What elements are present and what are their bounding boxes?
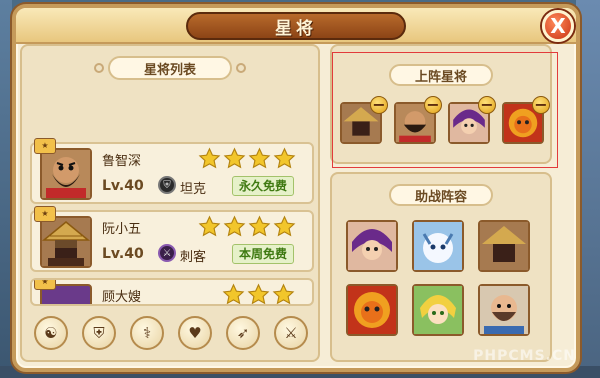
support-header: 助战阵容 <box>389 184 493 206</box>
heart-icon[interactable]: ♥ <box>178 316 212 350</box>
hero-role: 刺客 <box>180 250 207 265</box>
hero-portrait-bearded-monk <box>40 148 92 200</box>
hero-list-item[interactable]: ★ 阮小五 Lv.40 ⚔ 刺客 本周免费 <box>30 206 314 272</box>
free-status-badge: 本周免费 <box>232 244 294 264</box>
title-bar: 星将 X <box>16 8 576 44</box>
support-panel: 助战阵容 <box>330 172 552 362</box>
support-slots <box>346 220 530 336</box>
hero-name: 鲁智深 <box>102 154 142 169</box>
ornament-icon <box>236 63 246 73</box>
hero-name: 顾大嫂 <box>102 290 142 305</box>
hero-list-item[interactable]: ★ 顾大嫂 <box>30 278 314 306</box>
star-icon <box>198 147 221 169</box>
star-icon <box>222 283 245 304</box>
hero-level: Lv.40 <box>102 246 144 262</box>
star-rating <box>198 147 296 170</box>
staff-icon[interactable]: ⚕ <box>130 316 164 350</box>
sword-icon[interactable]: ⚔ <box>274 316 308 350</box>
support-slot-lion-mask[interactable] <box>346 284 398 336</box>
support-slot-purple-hair[interactable] <box>346 220 398 272</box>
hero-list-header: 星将列表 <box>94 56 246 80</box>
star-icon <box>273 147 296 169</box>
window-title: 星将 <box>275 18 317 39</box>
background-scene-left <box>0 0 12 378</box>
star-icon <box>272 283 295 304</box>
rank-badge-icon: ★ <box>34 138 56 154</box>
hero-list-item[interactable]: ★ 鲁智深 Lv.40 ⛨ 坦克 永久免费 <box>30 138 314 204</box>
star-icon <box>248 147 271 169</box>
star-icon <box>223 215 246 237</box>
lineup-highlight-box <box>332 52 558 168</box>
hero-list-panel: 星将列表 ★ 鲁智深 Lv.40 ⛨ 坦克 永久免费 ★ 阮小五 Lv.40 ⚔… <box>20 44 320 362</box>
star-icon <box>223 147 246 169</box>
support-slot-bearded[interactable] <box>478 284 530 336</box>
hero-name: 阮小五 <box>102 222 142 237</box>
star-icon <box>273 215 296 237</box>
hero-portrait-straw-hat <box>40 216 92 268</box>
class-filter-bar: ☯ ⛨ ⚕ ♥ ➶ ⚔ <box>28 316 314 354</box>
support-slot-white-dragon[interactable] <box>412 220 464 272</box>
hero-role: 坦克 <box>180 182 207 197</box>
star-icon <box>248 215 271 237</box>
close-button[interactable]: X <box>542 10 574 42</box>
hero-level: Lv.40 <box>102 178 144 194</box>
rank-badge-icon: ★ <box>34 280 56 290</box>
yin-yang-icon[interactable]: ☯ <box>34 316 68 350</box>
watermark: PHPCMS.CN <box>473 348 576 364</box>
shield-icon: ⛨ <box>158 176 176 194</box>
star-rating <box>198 215 296 238</box>
support-slot-straw-hat[interactable] <box>478 220 530 272</box>
star-icon <box>247 283 270 304</box>
dagger-icon: ⚔ <box>158 244 176 262</box>
star-icon <box>198 215 221 237</box>
ornament-icon <box>94 63 104 73</box>
support-slot-blonde[interactable] <box>412 284 464 336</box>
title-plate: 星将 <box>186 12 406 40</box>
rank-badge-icon: ★ <box>34 206 56 222</box>
bow-icon[interactable]: ➶ <box>226 316 260 350</box>
free-status-badge: 永久免费 <box>232 176 294 196</box>
close-icon: X <box>550 14 566 38</box>
shield-filter-icon[interactable]: ⛨ <box>82 316 116 350</box>
star-rating <box>222 283 295 304</box>
